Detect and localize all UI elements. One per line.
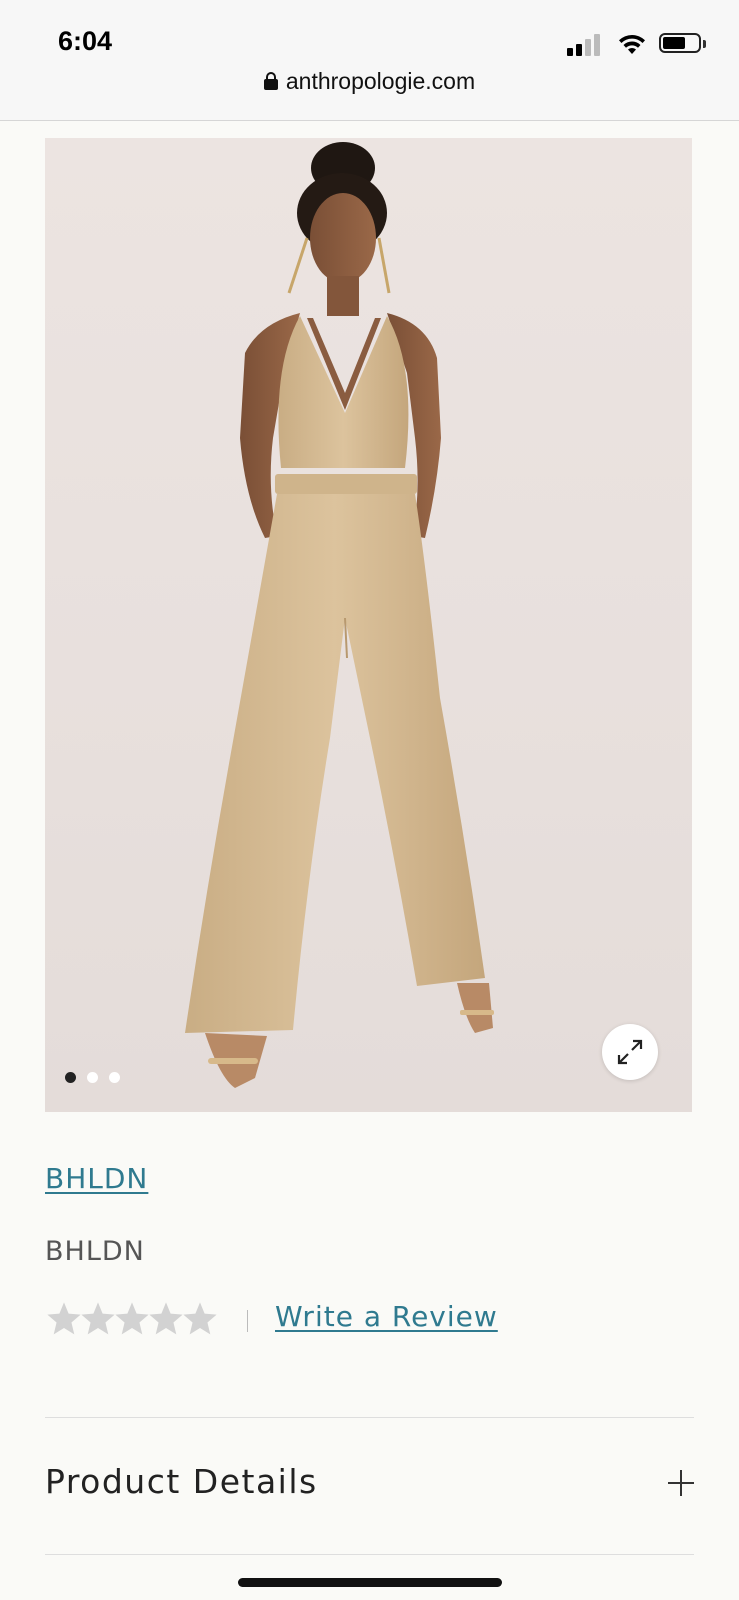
star-icon (81, 1302, 115, 1335)
page: 6:04 anthropologie.com BHLDN BHLDN Write… (0, 0, 739, 1600)
url-text: anthropologie.com (285, 68, 476, 94)
browser-header: 6:04 anthropologie.com (0, 0, 739, 121)
star-icon (47, 1302, 81, 1335)
carousel-dot-1[interactable] (65, 1072, 76, 1083)
product-details-title: Product Details (45, 1462, 318, 1501)
rating-row: Write a Review (45, 1300, 695, 1346)
star-icon (149, 1302, 183, 1335)
status-time: 6:04 (58, 26, 113, 56)
write-review-link[interactable]: Write a Review (275, 1300, 498, 1333)
battery-icon (659, 33, 701, 53)
plus-icon[interactable] (668, 1470, 694, 1496)
cellular-signal-icon (567, 32, 601, 56)
address-bar[interactable]: anthropologie.com (0, 68, 739, 102)
product-image[interactable] (45, 138, 692, 1112)
battery-tip (703, 40, 706, 48)
brand-name: BHLDN (45, 1236, 145, 1267)
star-icon (115, 1302, 149, 1335)
expand-icon (617, 1039, 643, 1065)
divider (45, 1554, 694, 1555)
model-jumpsuit-photo (185, 142, 494, 1088)
wifi-icon (619, 34, 645, 54)
carousel-dot-3[interactable] (109, 1072, 120, 1083)
expand-image-button[interactable] (602, 1024, 658, 1080)
carousel-dot-2[interactable] (87, 1072, 98, 1083)
home-indicator[interactable] (238, 1578, 502, 1587)
lock-icon (263, 72, 278, 90)
brand-link[interactable]: BHLDN (45, 1162, 148, 1195)
product-details-accordion[interactable]: Product Details (45, 1418, 694, 1548)
star-icon (183, 1302, 217, 1335)
rating-divider (247, 1310, 248, 1332)
